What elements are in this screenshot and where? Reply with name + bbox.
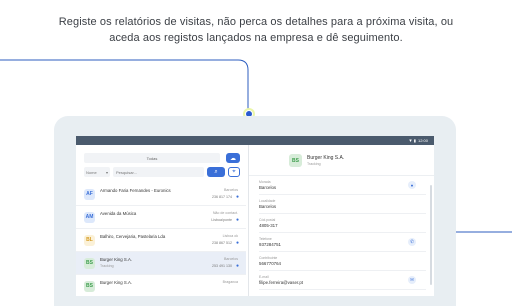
cloud-sync-icon: ☁ (230, 155, 236, 162)
tab-todas[interactable]: Todas (84, 153, 220, 163)
avatar: AF (84, 188, 95, 200)
avatar: AM (84, 211, 95, 223)
app-screen: ▾ ▮ 12:00 Todas ☁ Nome ▾ ⌕ ⌖ AF (76, 136, 434, 296)
detail-avatar: BS (289, 154, 302, 167)
detail-header: BS Burger King S.A. Tracking (249, 145, 434, 176)
list-item-phone: 238 867 512 (212, 241, 232, 245)
list-item-selected[interactable]: BS Burger King S.A. Tracking Barcelos 25… (76, 252, 246, 275)
list-item-name: Balhiro, Cervejaria, Pastelaria Lda (100, 234, 166, 239)
visits-list-panel: Todas ☁ Nome ▾ ⌕ ⌖ AF Armando Faria Fern… (76, 145, 246, 296)
list-item-location: Barcelos (224, 188, 238, 192)
location-filter-button[interactable]: ⌖ (228, 167, 240, 177)
list-item-phone: Lisboa/ponte (211, 218, 232, 222)
field-label: E-mail (259, 275, 269, 279)
field-label: Morada (259, 180, 271, 184)
field-localidade: Localidade Barcelos (259, 195, 426, 214)
list-item-location: Braganca (222, 280, 238, 284)
search-button[interactable]: ⌕ (207, 167, 225, 177)
pin-icon[interactable]: ● (408, 181, 416, 189)
detail-panel: BS Burger King S.A. Tracking Morada Barc… (248, 145, 434, 296)
mail-icon[interactable]: ✉ (408, 276, 416, 284)
avatar: BS (84, 257, 95, 269)
field-value: Barcelos (259, 204, 277, 209)
avatar: BS (84, 280, 95, 292)
detail-subtitle: Tracking (307, 162, 321, 166)
cloud-sync-button[interactable]: ☁ (226, 153, 240, 163)
field-value: 937284751 (259, 242, 281, 247)
pin-icon: ● (235, 217, 239, 223)
pin-icon: ⌖ (232, 168, 236, 175)
list-item-name: Burger King S.A. (100, 257, 133, 262)
list-item-name: Armando Faria Fernandes - Euronics (100, 188, 171, 193)
field-value: filipe.ferreira@vaser.pt (259, 280, 303, 285)
list-item[interactable]: BL Balhiro, Cervejaria, Pastelaria Lda L… (76, 229, 246, 252)
field-label: Contribuinte (259, 256, 278, 260)
list-item-name: Burger King S.A. (100, 280, 133, 285)
field-codigo-postal: Cód.postal 4805-317 (259, 214, 426, 233)
list-item[interactable]: BS Burger King S.A. Braganca (76, 275, 246, 296)
list-item-subtitle: Tracking (100, 264, 114, 268)
field-telefone: Telefone 937284751 ✆ (259, 233, 426, 252)
list-item-phone: 236 817 174 (212, 195, 232, 199)
field-label: Localidade (259, 199, 276, 203)
filter-select[interactable]: Nome ▾ (84, 167, 110, 177)
visits-list: AF Armando Faria Fernandes - Euronics Ba… (76, 183, 246, 296)
list-item-location: Barcelos (224, 257, 238, 261)
scrollbar[interactable] (430, 185, 432, 285)
pin-icon: ● (235, 263, 239, 269)
list-item-location: Não de contact. (212, 211, 238, 215)
battery-icon: ▮ (413, 138, 416, 143)
field-label: Telefone (259, 237, 272, 241)
search-input[interactable] (113, 167, 204, 177)
list-item-location: Lisboa ok (222, 234, 238, 238)
field-value: 566770764 (259, 261, 281, 266)
pin-icon: ● (235, 240, 239, 246)
avatar: BL (84, 234, 95, 246)
filter-select-value: Nome (86, 169, 97, 175)
search-icon: ⌕ (214, 168, 218, 175)
list-item[interactable]: AM Avenida da Música Não de contact. Lis… (76, 206, 246, 229)
field-morada: Morada Barcelos ● (259, 176, 426, 195)
phone-icon[interactable]: ✆ (408, 238, 416, 246)
field-contribuinte: Contribuinte 566770764 (259, 252, 426, 271)
field-value: 4805-317 (259, 223, 278, 228)
field-label: Cód.postal (259, 218, 276, 222)
list-item[interactable]: AF Armando Faria Fernandes - Euronics Ba… (76, 183, 246, 206)
status-bar: ▾ ▮ 12:00 (76, 136, 434, 145)
list-item-name: Avenida da Música (100, 211, 137, 216)
field-email: E-mail filipe.ferreira@vaser.pt ✉ (259, 271, 426, 290)
detail-title: Burger King S.A. (307, 155, 345, 161)
field-value: Barcelos (259, 185, 277, 190)
pin-icon: ● (235, 194, 239, 200)
status-time: 12:00 (417, 138, 428, 143)
list-item-phone: 253 491 130 (212, 264, 232, 268)
wifi-icon: ▾ (409, 137, 412, 144)
chevron-down-icon: ▾ (105, 169, 108, 175)
